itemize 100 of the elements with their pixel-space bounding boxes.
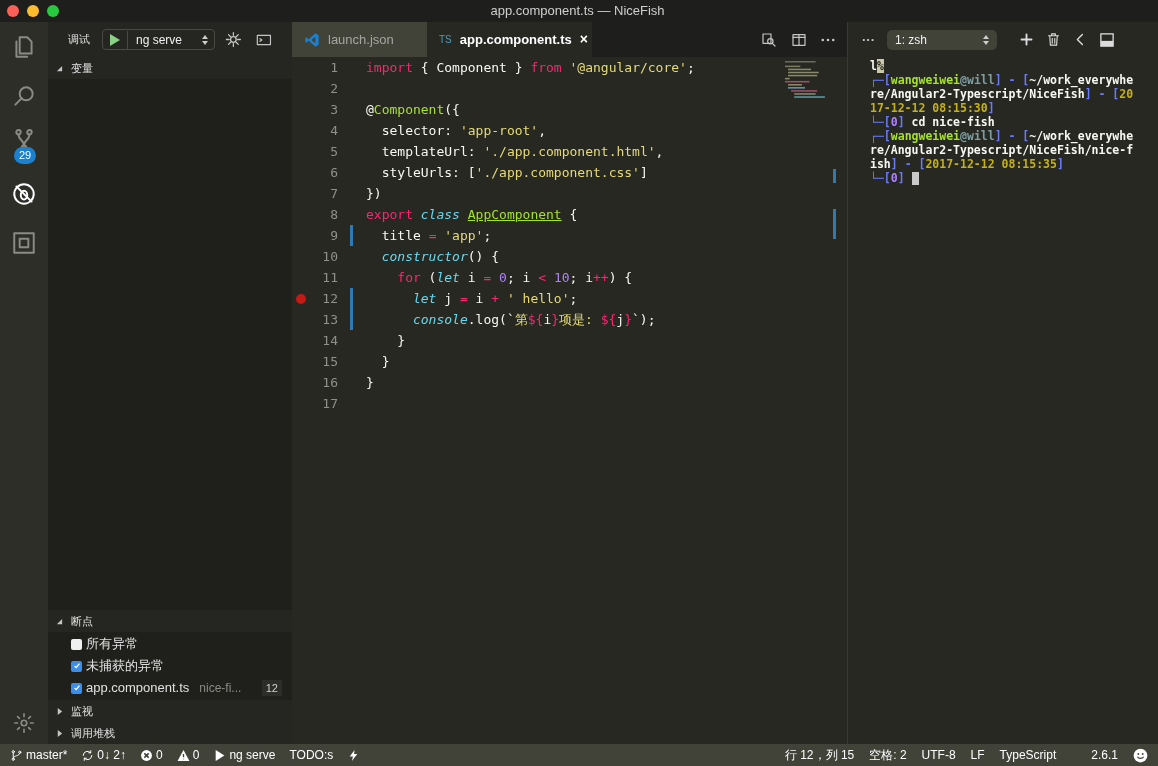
debug-configuration-select[interactable]: ng serve <box>102 29 216 50</box>
section-header[interactable]: 监视 <box>48 700 292 722</box>
breakpoint-label: app.component.ts <box>86 679 190 698</box>
settings-icon[interactable] <box>225 31 243 48</box>
smiley-icon[interactable] <box>1133 747 1148 763</box>
bug-icon <box>11 180 37 207</box>
line-number: 13 <box>321 310 338 329</box>
typescript-file-icon: TS <box>439 32 452 47</box>
terminal-line: 17-12-12 08:15:30] <box>870 101 996 115</box>
code-line: } <box>380 352 390 371</box>
section-header[interactable]: 调用堆栈 <box>48 722 292 744</box>
close-tab-icon[interactable]: × <box>579 29 588 50</box>
line-number: 10 <box>321 247 338 266</box>
trash-icon[interactable] <box>1046 32 1061 47</box>
line-number: 3 <box>329 100 338 119</box>
find-icon[interactable] <box>761 31 777 48</box>
collapsed-caret-icon <box>56 707 63 715</box>
branch-icon <box>10 748 23 762</box>
activity-bar-item[interactable]: 29 <box>0 120 48 169</box>
editor-tab[interactable]: launch.json <box>292 22 427 57</box>
line-number: 16 <box>321 373 338 392</box>
expanded-caret-icon <box>56 64 63 72</box>
status-item[interactable]: 0 <box>176 746 200 764</box>
line-number: 5 <box>329 142 338 161</box>
panel-icon[interactable] <box>1100 32 1114 47</box>
count-badge: 29 <box>14 147 37 164</box>
terminal-line: └─[0] <box>870 171 1136 185</box>
terminal-select[interactable]: 1: zsh <box>887 29 997 50</box>
line-number: 12 <box>321 289 338 308</box>
dropdown-arrows-icon <box>202 34 209 45</box>
check-icon <box>72 662 81 670</box>
split-editor-icon[interactable] <box>791 31 807 48</box>
play-icon <box>213 748 227 762</box>
checkbox[interactable] <box>71 638 82 650</box>
status-item[interactable]: 空格: 2 <box>869 746 907 764</box>
status-item[interactable]: 行 12，列 15 <box>784 746 855 764</box>
line-number: 17 <box>321 394 338 413</box>
minimize-window-button[interactable] <box>27 5 39 17</box>
line-number: 1 <box>329 58 338 77</box>
line-number: 9 <box>329 226 338 245</box>
expanded-caret-icon <box>56 617 63 625</box>
line-number: 14 <box>321 331 338 350</box>
line-number: 2 <box>329 79 338 98</box>
status-item[interactable]: 2.6.1 <box>1091 746 1118 764</box>
vscode-logo-icon <box>304 31 320 48</box>
error-icon <box>140 748 154 762</box>
line-number: 7 <box>329 184 338 203</box>
warning-icon <box>176 748 190 762</box>
terminal-line: l% <box>870 59 885 73</box>
more-icon[interactable] <box>821 37 835 42</box>
scroll-marker <box>833 209 836 239</box>
checkbox[interactable] <box>71 682 82 694</box>
breakpoint-label: 未捕获的异常 <box>86 657 164 676</box>
section-header[interactable]: 断点 <box>48 610 292 632</box>
extensions-icon <box>11 229 37 256</box>
code-line: selector: 'app-root', <box>380 121 547 140</box>
code-line: styleUrls: ['./app.component.css'] <box>380 163 648 182</box>
start-debugging-icon[interactable] <box>110 33 120 46</box>
breakpoint-item[interactable]: app.component.ts nice-fi... 12 <box>48 677 292 699</box>
checkbox[interactable] <box>71 660 82 672</box>
code-line: title = 'app'; <box>380 226 492 245</box>
status-item[interactable]: TODO:s <box>289 746 334 764</box>
plus-icon[interactable] <box>1019 32 1034 47</box>
scroll-marker <box>833 169 836 183</box>
terminal-line: ┌─[wangweiwei@will] - [~/work_everywhe <box>870 129 1135 143</box>
line-number: 6 <box>329 163 338 182</box>
more-actions-button[interactable]: ··· <box>862 29 875 50</box>
code-line: templateUrl: './app.component.html', <box>380 142 664 161</box>
zoom-window-button[interactable] <box>47 5 59 17</box>
code-line: @Component({ <box>365 100 460 119</box>
terminal-line: re/Angular2-Typescript/NiceFish/nice-f <box>870 143 1135 157</box>
code-line: console.log(`第${i}项是: ${j}`); <box>411 310 656 329</box>
terminal-line: ish] - [2017-12-12 08:15:35] <box>870 157 1065 171</box>
editor-tab[interactable]: TS app.component.ts × <box>427 22 592 57</box>
close-window-button[interactable] <box>7 5 19 17</box>
status-item[interactable]: ng serve <box>213 746 276 764</box>
line-number-badge: 12 <box>261 679 282 697</box>
status-item[interactable]: LF <box>970 746 985 764</box>
status-item[interactable]: 0↓ 2↑ <box>81 746 127 764</box>
code-line: export class AppComponent { <box>365 205 578 224</box>
line-number: 8 <box>329 205 338 224</box>
line-number: 4 <box>329 121 338 140</box>
code-line: for (let i = 0; i < 10; i++) { <box>396 268 633 287</box>
line-number: 11 <box>321 268 338 287</box>
status-item[interactable]: master* <box>10 746 68 764</box>
collapsed-caret-icon <box>56 729 63 737</box>
settings-icon[interactable] <box>13 712 35 734</box>
breakpoint-item[interactable]: 所有异常 <box>48 633 292 655</box>
code-line: constructor() { <box>380 247 500 266</box>
sync-icon <box>81 748 95 762</box>
breakpoint-item[interactable]: 未捕获的异常 <box>48 655 292 677</box>
section-header[interactable]: 变量 <box>48 57 292 79</box>
status-item[interactable]: 0 <box>140 746 163 764</box>
status-item[interactable]: UTF-8 <box>921 746 956 764</box>
breakpoint-path: nice-fi... <box>199 680 242 697</box>
status-item[interactable]: TypeScript <box>999 746 1057 764</box>
code-line: import { Component } from '@angular/core'; <box>365 58 695 77</box>
terminal-line: ┌─[wangweiwei@will] - [~/work_everywhe <box>870 73 1135 87</box>
terminal-line: └─[0] cd nice-fish <box>870 115 996 129</box>
line-number: 15 <box>321 352 338 371</box>
